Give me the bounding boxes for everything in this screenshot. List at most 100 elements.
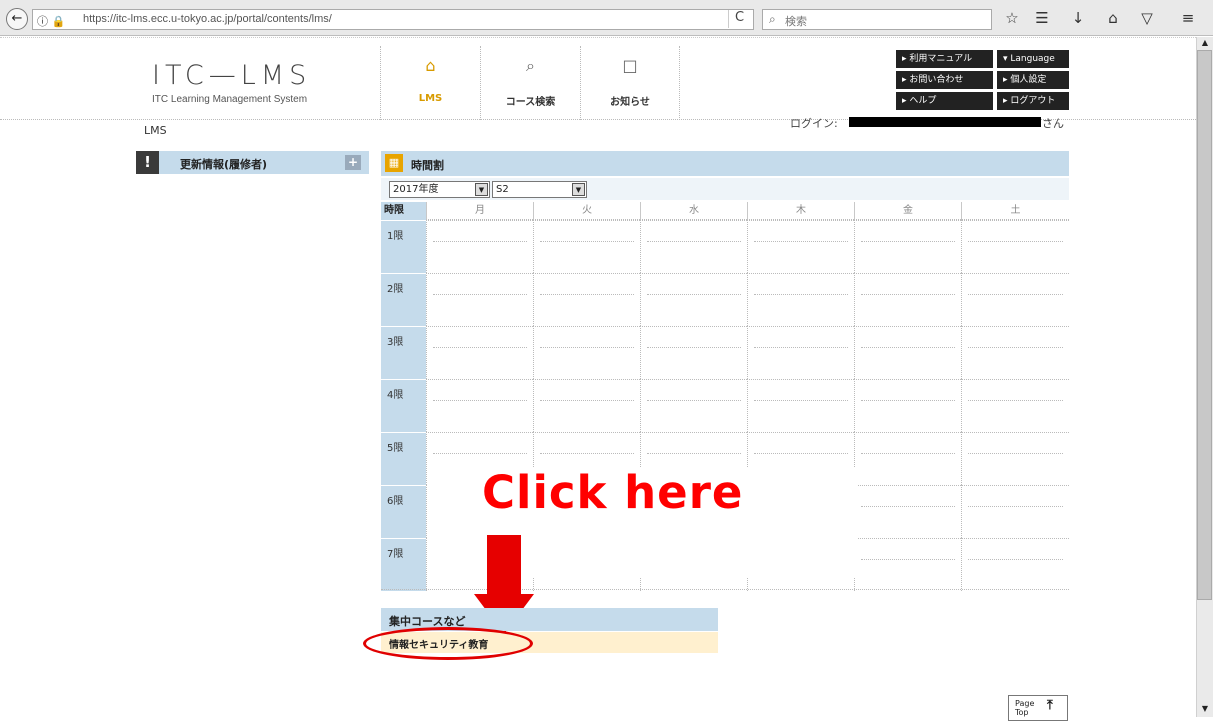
timetable-cell[interactable] <box>854 538 961 591</box>
cell-divider <box>861 241 955 242</box>
cell-divider <box>540 453 634 454</box>
nav-course-search[interactable]: ⌕ コース検索 <box>480 46 580 120</box>
timetable-cell[interactable] <box>961 326 1069 379</box>
site-info-lock-icon[interactable]: ⓘ 🔒 <box>37 13 65 29</box>
logo-title[interactable]: ITC—LMS <box>152 60 311 91</box>
period-label: 1限 <box>381 220 426 273</box>
red-arrow-shaft <box>487 535 521 595</box>
nav-lms-label: LMS <box>418 93 443 104</box>
day-header: 土 <box>961 202 1069 220</box>
nav-course-search-label: コース検索 <box>505 97 556 108</box>
pocket-icon[interactable]: ▽ <box>1135 9 1159 29</box>
cell-divider <box>647 453 741 454</box>
cell-divider <box>968 347 1063 348</box>
timetable-cell[interactable] <box>854 273 961 326</box>
timetable-header: ▦ 時間割 <box>381 151 1069 176</box>
timetable-cell[interactable] <box>854 485 961 538</box>
term-select[interactable]: S2 ▼ <box>492 181 587 198</box>
cell-divider <box>647 400 741 401</box>
timetable-cell[interactable] <box>961 432 1069 485</box>
period-label: 6限 <box>381 485 426 538</box>
cell-divider <box>754 400 848 401</box>
timetable-cell[interactable] <box>640 326 747 379</box>
expand-plus-icon[interactable]: + <box>345 155 361 170</box>
timetable-cell[interactable] <box>961 220 1069 273</box>
timetable-cell[interactable] <box>747 220 854 273</box>
nav-notices[interactable]: □ お知らせ <box>580 46 680 120</box>
timetable-cell[interactable] <box>854 432 961 485</box>
star-icon[interactable]: ☆ <box>1000 9 1024 29</box>
cell-divider <box>433 453 527 454</box>
cell-divider <box>861 506 955 507</box>
timetable-cell[interactable] <box>961 485 1069 538</box>
cell-divider <box>433 400 527 401</box>
back-button[interactable]: ← <box>6 8 28 30</box>
timetable-title: 時間割 <box>411 159 444 172</box>
timetable-cell[interactable] <box>533 326 640 379</box>
timetable-cell[interactable] <box>640 379 747 432</box>
period-label: 2限 <box>381 273 426 326</box>
cell-divider <box>861 347 955 348</box>
day-header: 水 <box>640 202 747 220</box>
timetable-cell[interactable] <box>747 326 854 379</box>
download-icon[interactable]: ↓ <box>1066 9 1090 29</box>
updates-panel-header[interactable]: ! 更新情報(履修者) + <box>136 151 369 174</box>
home-icon[interactable]: ⌂ <box>1101 9 1125 29</box>
timetable-cell[interactable] <box>854 220 961 273</box>
login-label: ログイン: <box>790 117 838 130</box>
timetable-cell[interactable] <box>747 379 854 432</box>
updates-panel-title: 更新情報(履修者) <box>180 158 268 171</box>
timetable-cell[interactable] <box>854 326 961 379</box>
personal-settings-link[interactable]: ▸ 個人設定 <box>997 71 1069 89</box>
dropdown-arrow-icon: ▼ <box>475 183 488 196</box>
timetable-cell[interactable] <box>961 273 1069 326</box>
cell-divider <box>754 347 848 348</box>
page-content: ITC—LMS ITC Learning Management System ⌂… <box>0 37 1196 721</box>
language-dropdown[interactable]: ▾ Language <box>997 50 1069 68</box>
logout-link[interactable]: ▸ ログアウト <box>997 92 1069 110</box>
scroll-down-arrow-icon[interactable]: ▼ <box>1199 704 1211 714</box>
cell-divider <box>540 400 634 401</box>
timetable-cell[interactable] <box>426 326 533 379</box>
day-header: 火 <box>533 202 640 220</box>
reading-list-icon[interactable]: ☰ <box>1030 9 1054 29</box>
cell-divider <box>647 241 741 242</box>
help-link[interactable]: ▸ ヘルプ <box>896 92 993 110</box>
day-header: 木 <box>747 202 854 220</box>
page-top-line2: Top <box>1015 708 1029 717</box>
timetable-cell[interactable] <box>533 273 640 326</box>
cell-divider <box>968 453 1063 454</box>
cell-divider <box>968 400 1063 401</box>
timetable-cell[interactable] <box>747 273 854 326</box>
cell-divider <box>968 241 1063 242</box>
year-select[interactable]: 2017年度 ▼ <box>389 181 490 198</box>
period-label: 7限 <box>381 538 426 591</box>
cell-divider <box>433 347 527 348</box>
arrow-to-top-icon: ⤒ <box>1047 698 1053 713</box>
nav-lms[interactable]: ⌂ LMS <box>380 46 480 120</box>
page-top-button[interactable]: Page Top ⤒ <box>1008 695 1068 721</box>
contact-link[interactable]: ▸ お問い合わせ <box>896 71 993 89</box>
timetable-cell[interactable] <box>426 220 533 273</box>
cell-divider <box>968 294 1063 295</box>
timetable-cell[interactable] <box>426 379 533 432</box>
timetable-cell[interactable] <box>640 220 747 273</box>
back-arrow-icon: ← <box>11 11 23 26</box>
browser-search-input[interactable]: ⌕ 検索 <box>762 9 992 30</box>
timetable-cell[interactable] <box>533 379 640 432</box>
timetable-cell[interactable] <box>854 379 961 432</box>
menu-icon[interactable]: ≡ <box>1176 9 1200 29</box>
timetable-cell[interactable] <box>640 273 747 326</box>
timetable-cell[interactable] <box>961 538 1069 591</box>
scroll-up-arrow-icon[interactable]: ▲ <box>1199 38 1211 48</box>
manual-link[interactable]: ▸ 利用マニュアル <box>896 50 993 68</box>
timetable-cell[interactable] <box>961 379 1069 432</box>
redacted-username <box>849 117 1041 127</box>
reload-button[interactable]: C <box>728 10 750 28</box>
scrollbar-thumb[interactable] <box>1197 50 1212 600</box>
breadcrumb: LMS <box>144 124 167 137</box>
timetable-cell[interactable] <box>533 220 640 273</box>
address-bar[interactable]: ⓘ 🔒 https://itc-lms.ecc.u-tokyo.ac.jp/po… <box>32 9 754 30</box>
timetable-cell[interactable] <box>426 273 533 326</box>
term-select-value: S2 <box>496 184 509 195</box>
